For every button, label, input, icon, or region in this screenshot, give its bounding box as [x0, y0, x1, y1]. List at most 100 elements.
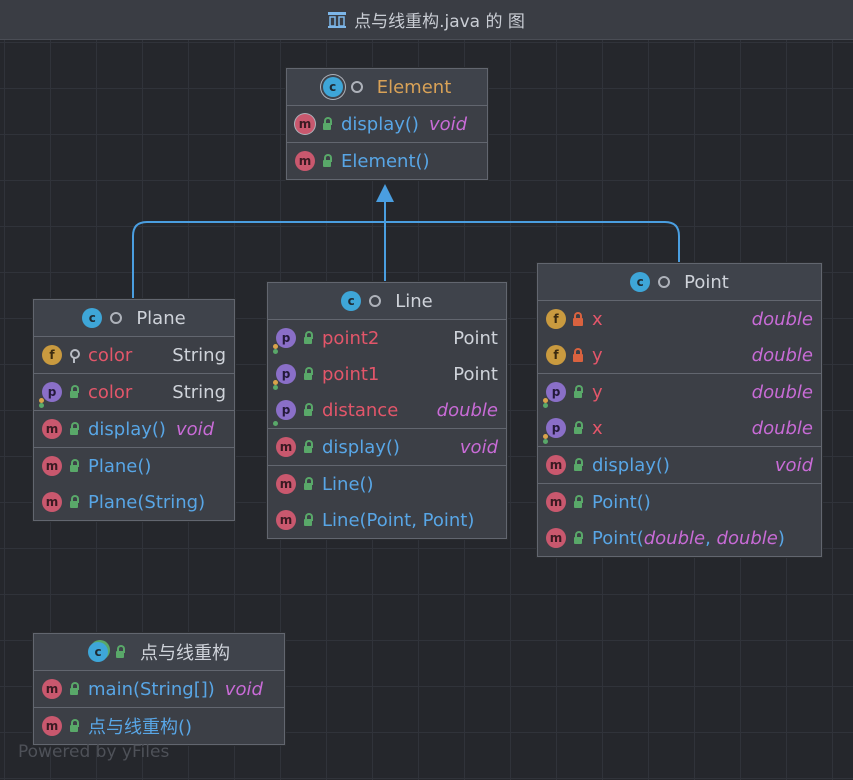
method-icon: m — [276, 474, 296, 494]
constructor-name: Plane(String) — [88, 491, 206, 513]
public-icon — [302, 440, 314, 454]
method-row[interactable]: m display() void — [538, 447, 821, 483]
field-icon: f — [42, 345, 62, 365]
constructor-row[interactable]: m Point(double, double) — [538, 520, 821, 556]
method-name: display() — [322, 436, 400, 458]
property-icon: p — [42, 382, 62, 402]
class-header: c 点与线重构 — [34, 634, 284, 671]
class-line[interactable]: c Line p point2 Point p point1 Point p d… — [267, 282, 507, 539]
return-type: void — [774, 454, 813, 476]
yfiles-watermark: Powered by yFiles — [18, 742, 170, 762]
class-icon: c — [630, 272, 651, 292]
constructor-row[interactable]: m Plane() — [34, 448, 234, 484]
abstract-method-icon: m — [295, 114, 315, 134]
constructor-row[interactable]: m 点与线重构() — [34, 708, 284, 744]
setter-dot — [273, 349, 278, 354]
class-name: Line — [395, 290, 433, 312]
constructor-name: Line() — [322, 473, 374, 495]
property-icon: p — [276, 364, 296, 384]
public-icon — [572, 495, 584, 509]
class-icon: c — [82, 308, 103, 328]
field-row[interactable]: f y double — [538, 337, 821, 373]
return-type: void — [175, 418, 215, 440]
return-type: void — [224, 678, 263, 700]
class-header: c Point — [538, 264, 821, 301]
property-name: x — [592, 417, 603, 439]
setter-dot — [39, 403, 44, 408]
property-icon: p — [276, 400, 296, 420]
param-separator: , — [705, 527, 717, 549]
property-name: point1 — [322, 363, 380, 385]
public-icon — [572, 421, 584, 435]
property-type: double — [751, 381, 813, 403]
private-lock-icon — [572, 348, 584, 362]
method-icon: m — [42, 456, 62, 476]
param-type: double — [643, 527, 706, 549]
property-row[interactable]: p y double — [538, 374, 821, 410]
class-point[interactable]: c Point f x double f y double p y double… — [537, 263, 822, 557]
property-row[interactable]: p x double — [538, 410, 821, 446]
field-name: x — [592, 308, 603, 330]
property-row[interactable]: p point2 Point — [268, 320, 506, 356]
public-icon — [68, 495, 80, 509]
setter-dot — [543, 439, 548, 444]
constructor-name: Plane() — [88, 455, 152, 477]
property-name: distance — [322, 399, 399, 421]
method-name: display() — [341, 113, 419, 135]
property-type: double — [436, 399, 498, 421]
constructor-row[interactable]: m Point() — [538, 484, 821, 520]
class-plane[interactable]: c Plane f color String p color String m … — [33, 299, 235, 521]
method-row[interactable]: m display() void — [34, 411, 234, 447]
setter-dot — [273, 385, 278, 390]
public-icon — [302, 403, 314, 417]
public-icon — [68, 719, 80, 733]
public-icon — [68, 422, 80, 436]
field-name: y — [592, 344, 603, 366]
method-row[interactable]: m main(String[]) void — [34, 671, 284, 707]
constructor-row[interactable]: m Line() — [268, 466, 506, 502]
public-icon — [302, 477, 314, 491]
constructor-row[interactable]: m Element() — [287, 143, 487, 179]
class-element[interactable]: c Element m display() void m Element() — [286, 68, 488, 180]
param-type: double — [716, 527, 778, 549]
constructor-name: Line(Point, Point) — [322, 509, 475, 531]
public-icon — [321, 154, 333, 168]
method-icon: m — [42, 419, 62, 439]
method-row[interactable]: m display() void — [287, 106, 487, 142]
field-name: color — [88, 344, 133, 366]
class-name: Point — [684, 271, 729, 293]
abstract-class-icon: c — [322, 77, 343, 97]
method-name: main(String[]) — [88, 678, 215, 700]
class-header: c Line — [268, 283, 506, 320]
property-row[interactable]: p distance double — [268, 392, 506, 428]
property-row[interactable]: p point1 Point — [268, 356, 506, 392]
class-name: 点与线重构 — [140, 643, 230, 664]
property-icon: p — [276, 328, 296, 348]
constructor-name: Element() — [341, 150, 430, 172]
field-row[interactable]: f x double — [538, 301, 821, 337]
constructor-name: Point() — [592, 491, 651, 513]
constructor-row[interactable]: m Plane(String) — [34, 484, 234, 520]
field-row[interactable]: f color String — [34, 337, 234, 373]
runnable-class-icon: c — [88, 642, 108, 662]
class-name: Element — [376, 76, 452, 98]
method-name: display() — [592, 454, 670, 476]
method-row[interactable]: m display() void — [268, 429, 506, 465]
public-icon — [68, 459, 80, 473]
property-row[interactable]: p color String — [34, 374, 234, 410]
public-icon — [302, 367, 314, 381]
public-icon — [302, 513, 314, 527]
title-bar: 点与线重构.java 的 图 — [0, 0, 853, 40]
field-type: String — [172, 344, 226, 366]
field-type: double — [751, 308, 813, 330]
public-icon — [321, 117, 333, 131]
method-icon: m — [276, 437, 296, 457]
package-visibility-icon — [658, 276, 671, 288]
property-name: color — [88, 381, 133, 403]
field-type: double — [751, 344, 813, 366]
constructor-row[interactable]: m Line(Point, Point) — [268, 502, 506, 538]
method-icon: m — [546, 455, 566, 475]
class-main[interactable]: c 点与线重构 m main(String[]) void m 点与线重构() — [33, 633, 285, 745]
return-type: void — [428, 113, 468, 135]
diagram-icon — [328, 11, 347, 28]
